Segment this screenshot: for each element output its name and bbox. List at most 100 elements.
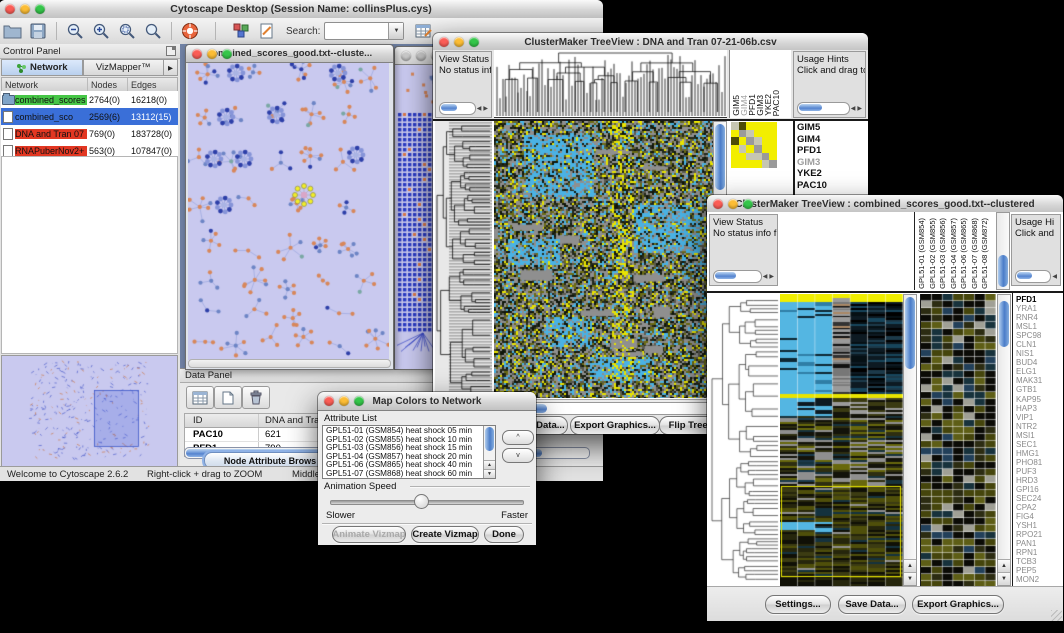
gene-list-item[interactable]: FIG4 — [1013, 512, 1061, 521]
tv1-heatmap[interactable] — [494, 121, 713, 398]
chevron-down-icon[interactable]: ▼ — [388, 23, 403, 39]
gene-list-item[interactable]: RNR4 — [1013, 313, 1061, 322]
attribute-list-scrollbar[interactable]: ▲▼ — [483, 426, 495, 478]
gene-list-item[interactable]: YKE2 — [795, 168, 866, 180]
gene-list-item[interactable]: SPC98 — [1013, 331, 1061, 340]
minimize-icon[interactable] — [416, 51, 426, 61]
scroll-down-icon[interactable]: ▼ — [484, 469, 495, 478]
tv2-hints-scrollbar[interactable]: ◀ — [1015, 270, 1058, 283]
minimize-icon[interactable] — [728, 199, 738, 209]
main-titlebar[interactable]: Cytoscape Desktop (Session Name: collins… — [0, 0, 603, 19]
window-controls[interactable] — [5, 4, 50, 14]
close-icon[interactable] — [324, 396, 334, 406]
close-icon[interactable] — [713, 199, 723, 209]
gene-list-item[interactable]: NTR2 — [1013, 422, 1061, 431]
close-icon[interactable] — [192, 49, 202, 59]
dialog-titlebar[interactable]: Map Colors to Network — [318, 392, 536, 411]
annotation-button[interactable] — [255, 20, 279, 42]
heatmap-canvas[interactable] — [494, 121, 713, 398]
gene-list-item[interactable]: YSH1 — [1013, 521, 1061, 530]
tv1-status-scrollbar[interactable]: ◀▶ — [439, 102, 489, 115]
gene-list-item[interactable]: CLN1 — [1013, 340, 1061, 349]
tv2-heatmap-vscrollbar[interactable]: ▲▼ — [903, 294, 917, 586]
scroll-up-icon[interactable]: ▲ — [484, 460, 495, 469]
tv2-heatmap[interactable] — [780, 294, 903, 586]
save-data-button[interactable]: Save Data... — [838, 595, 906, 614]
tab-vizmapper[interactable]: VizMapper™ — [83, 59, 165, 76]
close-icon[interactable] — [401, 51, 411, 61]
column-label[interactable]: GPL51-02 (GSM855) — [928, 218, 939, 289]
tv2-status-scrollbar[interactable]: ◀▶ — [713, 270, 775, 283]
vizmapper-button[interactable] — [229, 20, 253, 42]
gene-list-item[interactable]: GTB1 — [1013, 385, 1061, 394]
move-down-button[interactable]: v — [502, 448, 534, 463]
export-graphics-button[interactable]: Export Graphics... — [570, 416, 660, 434]
tv1-gene-dendrogram[interactable] — [435, 121, 492, 398]
minimize-icon[interactable] — [20, 4, 30, 14]
delete-attribute-button[interactable] — [242, 386, 270, 409]
column-label[interactable]: GPL51-04 (GSM857) — [949, 218, 960, 289]
network-overview-panel[interactable] — [1, 355, 178, 467]
tv2-zoom-vscrollbar[interactable]: ▲▼ — [997, 294, 1011, 586]
gene-list-item[interactable]: RPN1 — [1013, 548, 1061, 557]
resize-grip[interactable] — [1051, 610, 1062, 621]
network-hscrollbar[interactable] — [188, 359, 391, 368]
gene-list-item[interactable]: PFD1 — [1013, 295, 1061, 304]
attribute-list-item[interactable]: GPL51-07 (GSM868) heat shock 60 min — [323, 470, 495, 479]
gene-list-item[interactable]: SEC1 — [1013, 440, 1061, 449]
column-label[interactable]: GPL51-07 (GSM868) — [970, 218, 981, 289]
close-icon[interactable] — [439, 37, 449, 47]
new-attribute-button[interactable] — [214, 386, 242, 409]
heatmap-canvas[interactable] — [780, 294, 903, 586]
gene-list-item[interactable]: MSI1 — [1013, 431, 1061, 440]
gene-list-item[interactable]: PHO81 — [1013, 458, 1061, 467]
gene-list-item[interactable]: CPA2 — [1013, 503, 1061, 512]
gene-list-item[interactable]: BUD4 — [1013, 358, 1061, 367]
gene-list-item[interactable]: GIM5 — [795, 122, 866, 134]
gene-list-item[interactable]: PUF3 — [1013, 467, 1061, 476]
animate-vizmap-button[interactable]: Animate Vizmap — [332, 526, 406, 543]
close-icon[interactable] — [5, 4, 15, 14]
network-table-row[interactable]: combined_scores 2764(0) 16218(0) — [1, 91, 178, 108]
gene-list-item[interactable]: VIP1 — [1013, 413, 1061, 422]
slider-thumb[interactable] — [414, 494, 429, 509]
scroll-up-icon[interactable]: ▲ — [998, 559, 1010, 572]
gene-list-item[interactable]: GIM3 — [795, 157, 866, 169]
gene-list-item[interactable]: HAP3 — [1013, 404, 1061, 413]
column-dendrogram-canvas[interactable] — [494, 50, 727, 116]
search-combobox[interactable]: ▼ — [324, 22, 404, 40]
zoom-window-icon[interactable] — [35, 4, 45, 14]
column-label[interactable]: PAC10 — [772, 90, 780, 116]
minimize-icon[interactable] — [207, 49, 217, 59]
open-button[interactable] — [0, 20, 24, 42]
gene-list-item[interactable]: MON2 — [1013, 575, 1061, 584]
zoom-window-icon[interactable] — [469, 37, 479, 47]
gene-list-item[interactable]: MSL1 — [1013, 322, 1061, 331]
zoom-window-icon[interactable] — [222, 49, 232, 59]
scroll-down-icon[interactable]: ▼ — [904, 572, 916, 585]
minimize-icon[interactable] — [454, 37, 464, 47]
attribute-select-button[interactable] — [186, 386, 214, 409]
settings-button[interactable]: Settings... — [765, 595, 831, 614]
zoom-selected-button[interactable] — [115, 20, 139, 42]
gene-list-item[interactable]: MAK31 — [1013, 376, 1061, 385]
network-overview-canvas[interactable] — [2, 356, 177, 464]
done-button[interactable]: Done — [484, 526, 524, 543]
gene-list-item[interactable]: PAC10 — [795, 180, 866, 192]
zoom-window-icon[interactable] — [743, 199, 753, 209]
zoom-out-button[interactable] — [63, 20, 87, 42]
zoom-in-button[interactable] — [89, 20, 113, 42]
gene-list-item[interactable]: NIS1 — [1013, 349, 1061, 358]
create-vizmap-button[interactable]: Create Vizmap — [411, 526, 479, 543]
column-label[interactable]: GPL51-08 (GSM872) — [980, 218, 991, 289]
gene-dendrogram-canvas[interactable] — [435, 121, 492, 398]
gene-list-item[interactable]: PAN1 — [1013, 539, 1061, 548]
tv1-hints-scrollbar[interactable]: ◀▶ — [797, 102, 863, 115]
zoom-fit-button[interactable] — [141, 20, 165, 42]
gene-dendrogram-canvas[interactable] — [709, 294, 780, 586]
tv2-gene-dendrogram[interactable] — [709, 294, 780, 586]
scroll-up-icon[interactable]: ▲ — [904, 559, 916, 572]
tab-network[interactable]: Network — [1, 59, 83, 76]
gene-list-item[interactable]: TCB3 — [1013, 557, 1061, 566]
gene-list-item[interactable]: HMG1 — [1013, 449, 1061, 458]
